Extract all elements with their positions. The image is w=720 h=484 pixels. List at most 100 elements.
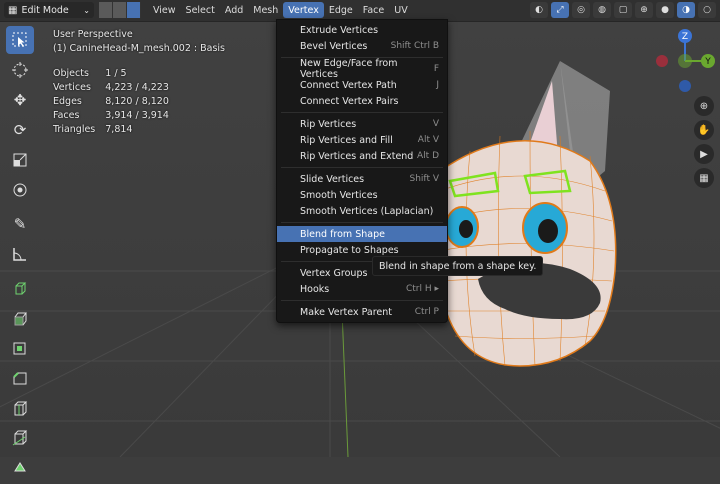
edge-select-icon[interactable]: [113, 2, 127, 18]
move-icon[interactable]: ✥: [6, 86, 34, 114]
chevron-down-icon: ⌄: [83, 5, 90, 15]
annotate-icon[interactable]: ✎: [6, 210, 34, 238]
menu-item-connect-vertex-pairs[interactable]: Connect Vertex Pairs: [277, 93, 447, 109]
stat-value: 1 / 5: [105, 68, 127, 79]
menu-item-rip-vertices[interactable]: Rip Vertices V: [277, 116, 447, 132]
menu-item-label: New Edge/Face from Vertices: [300, 58, 398, 80]
menu-item-new-edge-face[interactable]: New Edge/Face from Vertices F: [277, 58, 447, 80]
mode-label: Edit Mode: [21, 4, 69, 16]
menu-view[interactable]: View: [148, 2, 181, 18]
menu-item-shortcut: Shift Ctrl B: [390, 41, 439, 51]
neg-x-icon: [656, 55, 668, 67]
zoom-icon[interactable]: ⊕: [694, 96, 714, 116]
menu-item-extrude-vertices[interactable]: Extrude Vertices: [277, 22, 447, 38]
svg-text:Y: Y: [704, 57, 711, 67]
loop-cut-icon[interactable]: [6, 394, 34, 422]
menu-separator: [281, 167, 443, 168]
rotate-icon[interactable]: ⟳: [6, 116, 34, 144]
menu-item-shortcut: F: [433, 64, 439, 74]
stat-row: Faces 3,914 / 3,914: [53, 109, 179, 123]
xray-icon[interactable]: ▢: [614, 2, 632, 18]
menu-item-smooth-vertices-laplacian[interactable]: Smooth Vertices (Laplacian): [277, 203, 447, 219]
material-shading-icon[interactable]: ◑: [677, 2, 695, 18]
menu-item-shortcut: Shift V: [409, 174, 439, 184]
menu-item-label: Bevel Vertices: [300, 40, 368, 52]
scale-icon[interactable]: [6, 146, 34, 174]
svg-text:Z: Z: [682, 32, 688, 42]
object-name: (1) CanineHead-M_mesh.002 : Basis: [53, 43, 226, 54]
neg-y-icon: [678, 54, 692, 68]
inset-icon[interactable]: [6, 334, 34, 362]
menu-face[interactable]: Face: [358, 2, 389, 18]
stat-row: Triangles 7,814: [53, 123, 179, 137]
menu-item-label: Make Vertex Parent: [300, 306, 393, 318]
menu-item-hooks[interactable]: Hooks Ctrl H ▸: [277, 281, 447, 297]
menu-item-shortcut: Alt V: [417, 135, 439, 145]
menu-item-label: Hooks: [300, 283, 330, 295]
knife-icon[interactable]: [6, 424, 34, 452]
menu-add[interactable]: Add: [220, 2, 248, 18]
menu-item-shortcut: Alt D: [417, 151, 439, 161]
menu-item-label: Smooth Vertices: [300, 189, 378, 201]
menu-select[interactable]: Select: [181, 2, 220, 18]
vertex-select-icon[interactable]: [99, 2, 113, 18]
select-box-icon[interactable]: [6, 26, 34, 54]
stat-label: Triangles: [53, 124, 96, 135]
stat-row: Edges 8,120 / 8,120: [53, 95, 179, 109]
rendered-shading-icon[interactable]: ○: [698, 2, 716, 18]
navigation-gizmo[interactable]: Z Y: [650, 28, 720, 98]
stat-label: Vertices: [53, 82, 91, 93]
menu-item-bevel-vertices[interactable]: Bevel Vertices Shift Ctrl B: [277, 38, 447, 54]
stat-label: Objects: [53, 68, 89, 79]
transform-icon[interactable]: [6, 176, 34, 204]
camera-icon[interactable]: ▶: [694, 144, 714, 164]
menu-edge[interactable]: Edge: [324, 2, 358, 18]
orientation-icon[interactable]: ◐: [530, 2, 548, 18]
menu-item-label: Extrude Vertices: [300, 24, 379, 36]
hand-pan-icon[interactable]: ✋: [694, 120, 714, 140]
menu-item-shortcut: Ctrl P: [414, 307, 439, 317]
menu-item-label: Propagate to Shapes: [300, 244, 399, 256]
menu-item-smooth-vertices[interactable]: Smooth Vertices: [277, 187, 447, 203]
extrude-icon[interactable]: [6, 304, 34, 332]
wireframe-shading-icon[interactable]: ⊕: [635, 2, 653, 18]
menu-item-label: Slide Vertices: [300, 173, 365, 185]
menu-item-rip-vertices-fill[interactable]: Rip Vertices and Fill Alt V: [277, 132, 447, 148]
solid-shading-icon[interactable]: ●: [656, 2, 674, 18]
stat-label: Edges: [53, 96, 82, 107]
stats-overlay: Objects 1 / 5 Vertices 4,223 / 4,223 Edges…: [53, 67, 179, 137]
menu-item-shortcut: V: [432, 119, 439, 129]
menu-item-label: Connect Vertex Path: [300, 79, 397, 91]
menu-item-label: Rip Vertices and Extend: [300, 150, 414, 162]
snap-icon[interactable]: ⤢: [551, 2, 569, 18]
y-axis-line: [341, 310, 349, 457]
menu-mesh[interactable]: Mesh: [248, 2, 283, 18]
menu-item-make-vertex-parent[interactable]: Make Vertex Parent Ctrl P: [277, 304, 447, 320]
add-cube-icon[interactable]: [6, 274, 34, 302]
menu-vertex[interactable]: Vertex: [283, 2, 324, 18]
bevel-icon[interactable]: [6, 364, 34, 392]
stat-value: 4,223 / 4,223: [105, 82, 169, 93]
grid-view-icon[interactable]: ▦: [694, 168, 714, 188]
menu-item-label: Smooth Vertices (Laplacian): [300, 205, 434, 217]
face-select-icon[interactable]: [127, 2, 141, 18]
navigation-tools: ⊕ ✋ ▶ ▦: [694, 96, 714, 192]
cursor-icon[interactable]: [6, 56, 34, 84]
menu-separator: [281, 300, 443, 301]
menu-uv[interactable]: UV: [389, 2, 412, 18]
menu-item-rip-vertices-extend[interactable]: Rip Vertices and Extend Alt D: [277, 148, 447, 164]
overlay-icon[interactable]: ◍: [593, 2, 611, 18]
stat-value: 3,914 / 3,914: [105, 110, 169, 121]
head-mesh: [434, 140, 617, 367]
menu-item-label: Connect Vertex Pairs: [300, 95, 399, 107]
menu-separator: [281, 222, 443, 223]
poly-build-icon[interactable]: [6, 454, 34, 482]
stat-label: Faces: [53, 110, 80, 121]
proportional-edit-icon[interactable]: ◎: [572, 2, 590, 18]
select-mode-group: [99, 2, 141, 18]
mode-dropdown[interactable]: ▦ Edit Mode ⌄: [4, 2, 94, 18]
menu-item-slide-vertices[interactable]: Slide Vertices Shift V: [277, 171, 447, 187]
menu-item-blend-from-shape[interactable]: Blend from Shape: [277, 226, 447, 242]
measure-icon[interactable]: [6, 240, 34, 268]
neg-z-icon: [679, 80, 691, 92]
